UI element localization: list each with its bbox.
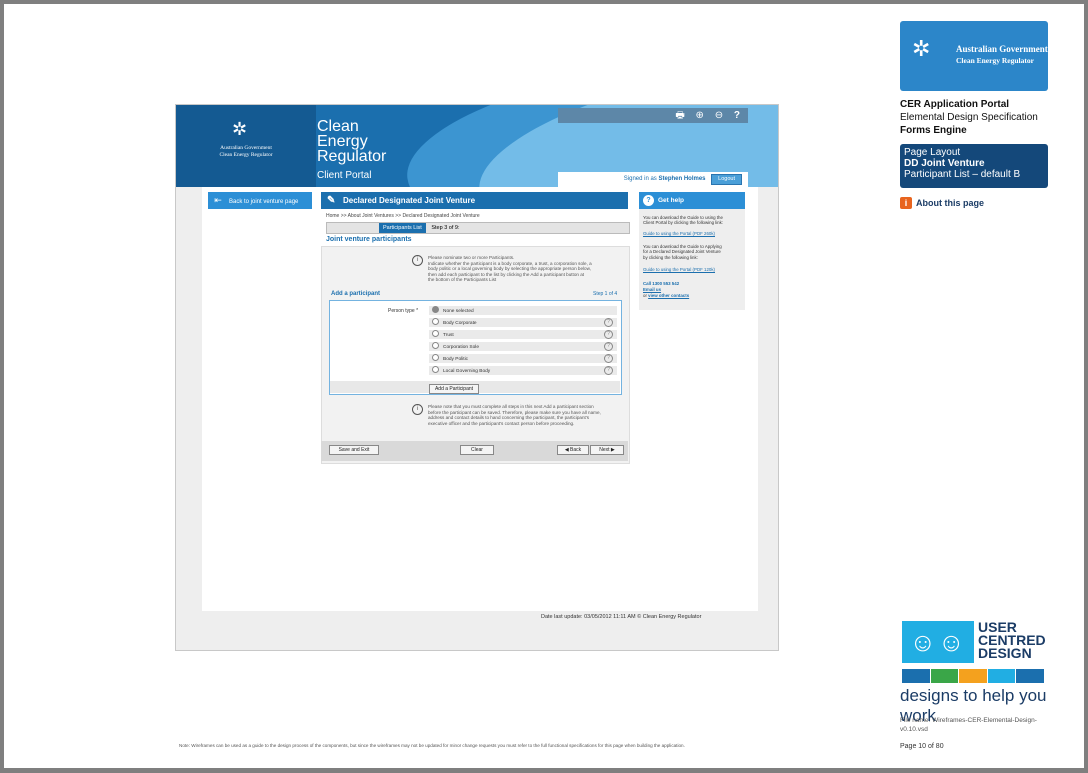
guide-link-2[interactable]: Guide to using the Portal (PDF 120k) xyxy=(643,267,743,272)
option-corporation-sole[interactable]: Corporation Sole? xyxy=(429,342,617,351)
page-number: Page 10 of 80 xyxy=(900,743,944,750)
info-icon: i xyxy=(412,404,423,415)
coat-of-arms-icon: ✲ xyxy=(232,119,248,139)
question-icon: ? xyxy=(643,194,654,206)
call-number: Call 1300 553 542 xyxy=(643,281,680,286)
print-icon[interactable]: 🖶 xyxy=(675,110,684,121)
tab-participants-list[interactable]: Participants List xyxy=(379,223,426,233)
help-icon[interactable]: ? xyxy=(604,366,613,375)
help-icon[interactable]: ? xyxy=(604,342,613,351)
last-update: Date last update: 03/05/2012 11:11 AM © … xyxy=(541,614,702,620)
radio-icon[interactable] xyxy=(432,306,439,313)
email-link[interactable]: Email us xyxy=(643,287,743,292)
radio-icon[interactable] xyxy=(432,330,439,337)
option-trust[interactable]: Trust? xyxy=(429,330,617,339)
page-title: ✎ Declared Designated Joint Venture xyxy=(321,192,628,209)
logout-button[interactable]: Logout xyxy=(711,174,742,185)
spec-sheet: ✲ Australian Government Clean Energy Reg… xyxy=(4,4,1084,768)
option-body-politic[interactable]: Body Politic? xyxy=(429,354,617,363)
about-this-page[interactable]: i About this page xyxy=(900,197,984,209)
step-indicator: Step 3 of 9: xyxy=(431,225,460,231)
zoom-out-icon[interactable]: ⊖ xyxy=(715,110,723,121)
save-exit-button[interactable]: Save and Exit xyxy=(329,445,379,455)
header-toolbar: 🖶 ⊕ ⊖ ? xyxy=(558,108,748,123)
option-body-corporate[interactable]: Body Corporate? xyxy=(429,318,617,327)
info-icon: i xyxy=(900,197,912,209)
get-help-panel: You can download the Guide to using the … xyxy=(639,209,745,310)
get-help-header: ? Get help xyxy=(639,192,745,209)
help-icon[interactable]: ? xyxy=(604,318,613,327)
portal-brand[interactable]: Clean Energy Regulator Client Portal xyxy=(317,119,386,183)
page-layout-box: Page Layout DD Joint Venture Participant… xyxy=(900,144,1048,188)
back-arrow-icon: ⇤ xyxy=(214,195,222,205)
guide-link-1[interactable]: Guide to using the Portal (PDF 260k) xyxy=(643,231,743,236)
portal-header: ✲ Australian Government Clean Energy Reg… xyxy=(176,105,778,187)
info-text-nominate: Please nominate two or more Participants… xyxy=(428,255,592,283)
back-to-joint-venture-button[interactable]: ⇤ Back to joint venture page xyxy=(208,192,312,209)
wireframe-frame: ✲ Australian Government Clean Energy Reg… xyxy=(175,104,779,651)
gov-name: Australian Government Clean Energy Regul… xyxy=(219,145,273,158)
add-participant-button[interactable]: Add a Participant xyxy=(429,384,479,394)
edit-icon: ✎ xyxy=(327,195,336,206)
contacts-link[interactable]: view other contacts xyxy=(648,293,689,298)
option-local-governing-body[interactable]: Local Governing Body? xyxy=(429,366,617,375)
radio-icon[interactable] xyxy=(432,354,439,361)
signed-in-bar: Signed in as Stephen Holmes Logout xyxy=(558,172,748,187)
radio-icon[interactable] xyxy=(432,342,439,349)
zoom-in-icon[interactable]: ⊕ xyxy=(696,110,704,121)
clear-button[interactable]: Clear xyxy=(460,445,494,455)
help-icon[interactable]: ? xyxy=(604,330,613,339)
color-bars xyxy=(902,669,1048,683)
footnote: Note: Wireframes can be used as a guide … xyxy=(179,743,685,748)
gov-logo-card: ✲ Australian Government Clean Energy Reg… xyxy=(900,21,1048,91)
coat-of-arms-icon: ✲ xyxy=(912,36,931,61)
add-participant-title: Add a participant xyxy=(331,291,381,297)
step-tabs: Participants List Step 3 of 9: xyxy=(326,222,630,234)
help-icon[interactable]: ? xyxy=(604,354,613,363)
doc-title: CER Application Portal Elemental Design … xyxy=(900,99,1038,136)
people-icon: ☺☺☺ xyxy=(902,621,974,699)
person-type-label: Person type * xyxy=(388,308,419,314)
breadcrumb[interactable]: Home >> About Joint Ventures >> Declared… xyxy=(326,213,480,219)
radio-icon[interactable] xyxy=(432,366,439,373)
help-icon[interactable]: ? xyxy=(734,110,740,121)
back-button[interactable]: ◀ Back xyxy=(557,445,589,455)
radio-icon[interactable] xyxy=(432,318,439,325)
next-button[interactable]: Next ▶ xyxy=(590,445,624,455)
user-name: Stephen Holmes xyxy=(658,176,706,182)
add-participant-step: Step 1 of 4 xyxy=(593,291,618,297)
section-title: Joint venture participants xyxy=(326,236,412,243)
option-none-selected[interactable]: None selected xyxy=(429,306,617,315)
file-name: File name: Wireframes-CER-Elemental-Desi… xyxy=(900,717,1037,733)
info-icon: i xyxy=(412,255,423,266)
info-text-complete-steps: Please note that you must complete all s… xyxy=(428,404,601,426)
